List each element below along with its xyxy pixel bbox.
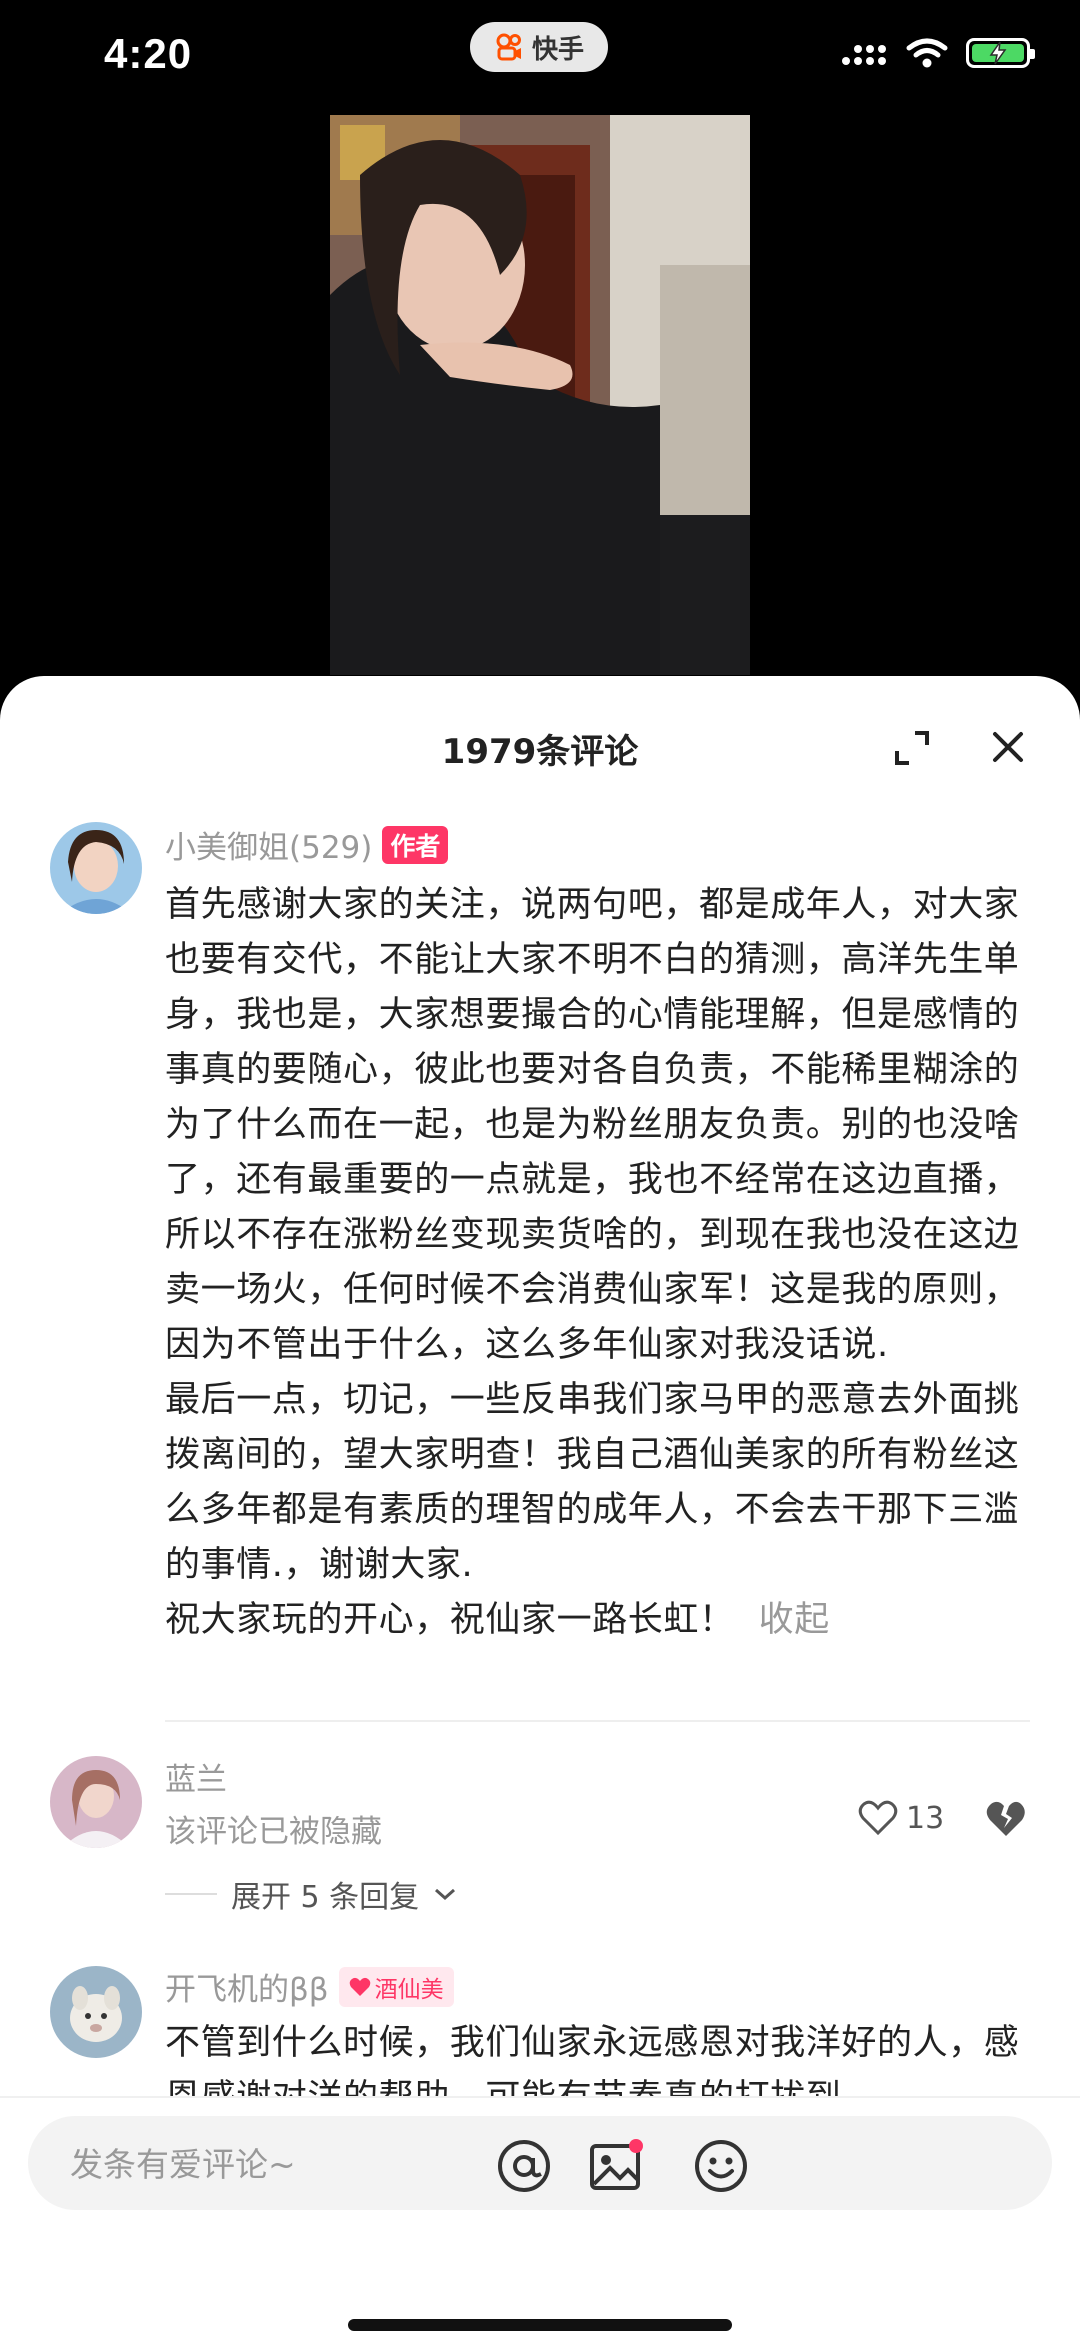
divider bbox=[165, 1720, 1030, 1722]
at-icon[interactable] bbox=[496, 2138, 552, 2194]
avatar[interactable] bbox=[50, 1966, 142, 2058]
comment-username[interactable]: 蓝兰 bbox=[165, 1754, 227, 1799]
comments-sheet: 1979条评论 小美御姐(529) 作者 首先感谢大家的关注，说两句吧，都是成年… bbox=[0, 676, 1080, 2338]
like-button[interactable]: 13 bbox=[858, 1800, 944, 1836]
comment-input-bar bbox=[0, 2096, 1080, 2338]
comment-input-container[interactable] bbox=[28, 2116, 1052, 2212]
status-bar: 4:20 快手 bbox=[0, 0, 1080, 110]
replies-line bbox=[165, 1893, 217, 1895]
video-frame[interactable] bbox=[330, 115, 750, 675]
avatar[interactable] bbox=[50, 822, 142, 914]
video-thumbnail bbox=[330, 115, 750, 675]
battery-icon bbox=[966, 38, 1035, 68]
dislike-icon[interactable] bbox=[985, 1800, 1027, 1838]
app-indicator-pill[interactable]: 快手 bbox=[470, 22, 608, 72]
fan-badge-label: 酒仙美 bbox=[374, 1976, 444, 2003]
comment-text[interactable]: 首先感谢大家的关注，说两句吧，都是成年人，对大家也要有交代，不能让大家不明不白的… bbox=[165, 878, 1035, 1648]
emoji-icon[interactable] bbox=[693, 2138, 749, 2194]
comment-username[interactable]: 开飞机的ββ bbox=[165, 1964, 329, 2009]
status-icons bbox=[840, 38, 1035, 68]
heart-icon bbox=[858, 1800, 898, 1836]
signal-icon bbox=[842, 45, 886, 65]
kuaishou-logo-icon bbox=[496, 33, 521, 61]
home-indicator[interactable] bbox=[348, 2319, 732, 2331]
author-badge: 作者 bbox=[382, 825, 449, 864]
collapse-link[interactable]: 收起 bbox=[759, 1600, 830, 1640]
wifi-icon bbox=[906, 38, 948, 68]
app-name: 快手 bbox=[531, 34, 584, 65]
heart-badge-icon bbox=[349, 1977, 370, 1996]
status-time: 4:20 bbox=[104, 30, 193, 77]
avatar[interactable] bbox=[50, 1756, 142, 1848]
like-count: 13 bbox=[906, 1800, 945, 1836]
fan-badge: 酒仙美 bbox=[338, 1966, 454, 2007]
hidden-comment-text: 该评论已被隐藏 bbox=[165, 1814, 382, 1850]
comment-body: 首先感谢大家的关注，说两句吧，都是成年人，对大家也要有交代，不能让大家不明不白的… bbox=[165, 885, 1020, 1640]
replies-label: 展开 5 条回复 bbox=[231, 1880, 420, 1915]
close-icon[interactable] bbox=[990, 729, 1026, 765]
expand-replies-button[interactable]: 展开 5 条回复 bbox=[165, 1872, 457, 1916]
comment-username[interactable]: 小美御姐(529) bbox=[165, 822, 372, 867]
expand-icon[interactable] bbox=[893, 729, 931, 767]
image-icon[interactable] bbox=[588, 2138, 644, 2194]
chevron-down-icon bbox=[435, 1888, 456, 1901]
